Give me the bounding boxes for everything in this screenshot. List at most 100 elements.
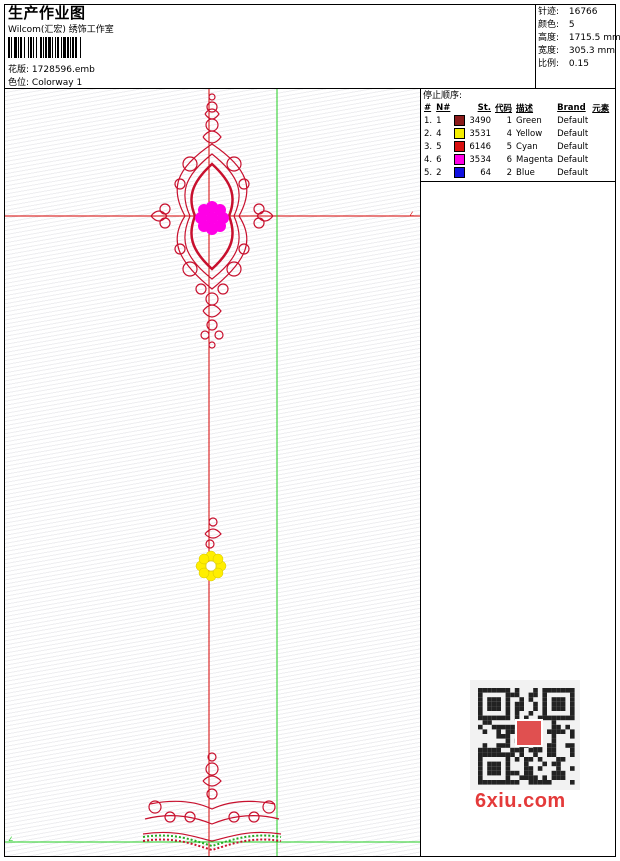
panel-divider [420, 88, 421, 857]
cell-stitches: 3531 [469, 128, 492, 139]
qr-module [551, 738, 557, 744]
qr-module [533, 701, 538, 707]
qr-module [478, 701, 483, 707]
qr-module [514, 706, 520, 711]
qr-module [570, 706, 575, 711]
motif-bottom [142, 752, 282, 842]
qr-module [533, 688, 538, 693]
qr-module [556, 766, 561, 771]
qr-module [570, 701, 575, 707]
color-swatch [454, 115, 466, 126]
qr-module [482, 743, 488, 748]
qr-module [491, 770, 497, 776]
qr-module [537, 780, 543, 785]
qr-module [478, 688, 483, 693]
stat-stitches: 针迹: 16766 [538, 7, 598, 17]
stop-sequence-table: # N# St. 代码 描述 Brand 元素 1. 1 3490 1 Green Def… [422, 101, 611, 179]
qr-module [560, 706, 566, 711]
qr-code-pattern [478, 688, 575, 785]
cell-index: 1. [424, 115, 433, 126]
qr-module [478, 775, 483, 780]
qr-module [570, 743, 575, 748]
color-swatch [454, 128, 466, 139]
qr-module [496, 770, 501, 776]
qr-module [528, 711, 534, 716]
qr-module [547, 688, 552, 693]
qr-module [556, 701, 561, 707]
qr-module [491, 701, 497, 707]
qr-module [547, 715, 552, 721]
qr-module [542, 715, 547, 721]
qr-module [514, 770, 520, 776]
qr-module [491, 747, 497, 753]
qr-module [560, 770, 566, 776]
qr-module [551, 752, 557, 757]
qr-module [487, 697, 492, 702]
qr-module [570, 780, 575, 785]
cell-code: 2 [506, 167, 513, 178]
qr-module [542, 780, 547, 785]
qr-module [551, 706, 557, 711]
cell-index: 5. [424, 167, 433, 178]
cell-element [590, 153, 611, 166]
qr-module [487, 766, 492, 771]
qr-module [501, 724, 506, 730]
qr-module [560, 697, 566, 702]
qr-module [542, 697, 547, 702]
table-row: 2. 4 3531 4 Yellow Default [422, 127, 611, 140]
cell-stitches: 3534 [469, 154, 492, 165]
page-title: 生产作业图 [8, 4, 86, 22]
qr-module [560, 688, 566, 693]
qr-module [501, 743, 506, 748]
qr-module [551, 775, 557, 780]
table-row: 3. 5 6146 5 Cyan Default [422, 140, 611, 153]
qr-module [524, 775, 529, 780]
qr-module [487, 761, 492, 767]
qr-module [560, 729, 566, 734]
qr-module [478, 706, 483, 711]
col-needle: N# [436, 102, 451, 113]
table-row: 4. 6 3534 6 Magenta Default [422, 153, 611, 166]
qr-module [551, 724, 557, 730]
qr-module [491, 724, 497, 730]
cell-code: 6 [506, 154, 513, 165]
cell-stitches: 64 [480, 167, 492, 178]
qr-module [519, 701, 524, 707]
cell-stitches: 3490 [469, 115, 492, 126]
qr-module [565, 715, 570, 721]
cell-needle: 2 [436, 167, 442, 178]
table-row: 1. 1 3490 1 Green Default [422, 114, 611, 127]
qr-module [528, 747, 534, 753]
cell-index: 2. [424, 128, 433, 139]
cell-description: Yellow [516, 128, 543, 139]
qr-module [519, 697, 524, 702]
col-index: # [424, 102, 432, 113]
qr-module [556, 697, 561, 702]
qr-module [496, 780, 501, 785]
qr-module [510, 724, 515, 730]
qr-module [556, 757, 561, 762]
qr-module [505, 770, 511, 776]
qr-module [487, 780, 492, 785]
qr-module [491, 706, 497, 711]
svg-text:∠: ∠ [8, 836, 13, 843]
cell-swatch [452, 140, 467, 153]
qr-module [533, 692, 538, 698]
qr-module [556, 688, 561, 693]
qr-module [478, 757, 483, 762]
qr-module [514, 711, 520, 716]
qr-module [537, 747, 543, 753]
qr-module [537, 757, 543, 762]
qr-module [533, 752, 538, 757]
qr-module [478, 711, 483, 716]
qr-module [487, 706, 492, 711]
barcode-bar [81, 37, 82, 58]
qr-module [570, 715, 575, 721]
qr-module [547, 752, 552, 757]
design-canvas: ∠ ∠ [5, 89, 420, 856]
cell-element [590, 114, 611, 127]
qr-module [496, 706, 501, 711]
qr-module [501, 734, 506, 739]
color-swatch [454, 154, 466, 165]
qr-module [551, 761, 557, 767]
